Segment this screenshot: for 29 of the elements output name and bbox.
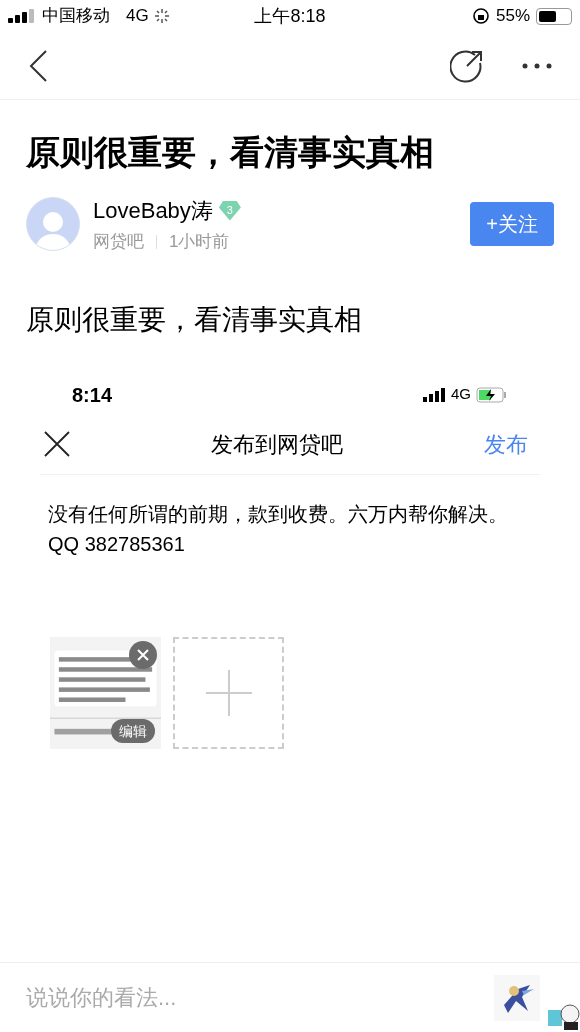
post-title: 原则很重要，看清事实真相 — [25, 132, 435, 173]
screenshot-header-title: 发布到网贷吧 — [210, 430, 344, 459]
post-time: 1小时前 — [169, 231, 230, 253]
publish-button[interactable]: 发布 — [484, 427, 528, 461]
rotation-lock-icon — [472, 7, 490, 25]
follow-button[interactable]: +关注 — [470, 202, 554, 247]
more-icon[interactable] — [522, 62, 552, 69]
signal-icon — [8, 9, 36, 23]
screenshot-time: 8:14 — [72, 382, 114, 408]
battery-icon — [536, 7, 572, 25]
loading-icon — [154, 9, 169, 23]
post-body: 原则很重要，看清事实真相 — [25, 302, 363, 337]
level-badge: 3 — [218, 200, 241, 221]
carrier-name: 中国移动 — [42, 5, 110, 28]
close-icon[interactable] — [44, 431, 70, 457]
forum-name[interactable]: 网贷吧 — [93, 229, 144, 255]
screenshot-text: 没有任何所谓的前期，款到收费。六万内帮你解决。QQ 382785361 — [47, 501, 509, 557]
screenshot-network: 4G — [451, 384, 471, 405]
author-name[interactable]: LoveBaby涛 — [93, 194, 213, 227]
plus-icon — [205, 669, 252, 716]
comment-field[interactable]: 说说你的看法... — [26, 981, 494, 1014]
share-icon[interactable] — [450, 48, 484, 83]
battery-percent: 55% — [496, 5, 530, 28]
close-icon — [136, 647, 150, 662]
back-icon[interactable] — [28, 49, 48, 82]
charging-battery-icon — [476, 386, 508, 403]
signal-icon — [423, 387, 447, 402]
status-time: 上午8:18 — [254, 4, 326, 28]
network-type: 4G — [126, 5, 149, 28]
